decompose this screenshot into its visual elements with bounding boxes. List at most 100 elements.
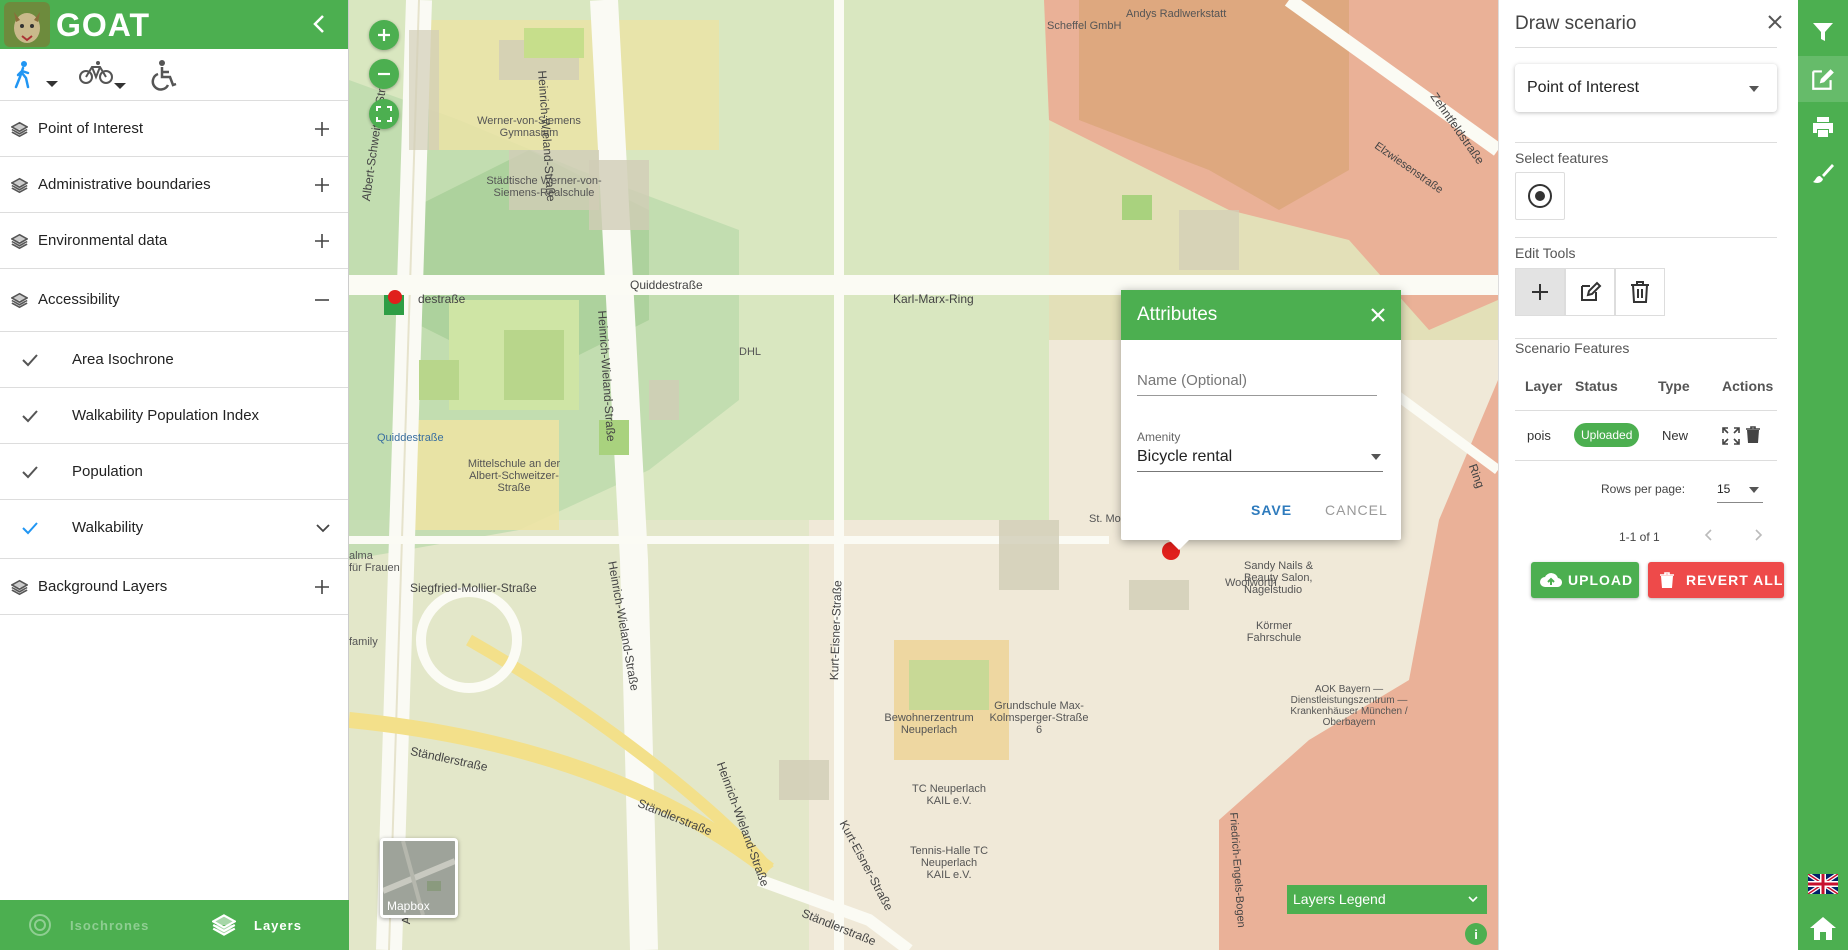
layers-tab[interactable]: Layers [212, 900, 302, 950]
home-button[interactable] [1798, 905, 1848, 950]
collapse-sidebar-button[interactable] [308, 12, 332, 36]
trash-icon [1660, 572, 1674, 588]
home-icon [1810, 917, 1836, 940]
table-header-status[interactable]: Status [1575, 378, 1618, 394]
expand-plus-icon[interactable] [314, 233, 330, 249]
edit-feature-button[interactable] [1565, 268, 1615, 316]
layer-group-environmental-data[interactable]: Environmental data [0, 213, 348, 269]
trash-icon[interactable] [1745, 426, 1761, 444]
map-poi-label: Körmer Fahrschule [1246, 620, 1302, 644]
layers-icon [11, 292, 28, 309]
target-select-icon [1528, 184, 1552, 208]
print-icon [1813, 117, 1833, 137]
chevron-left-icon[interactable] [1702, 528, 1716, 542]
zoom-out-button[interactable] [369, 59, 399, 89]
layer-group-point-of-interest[interactable]: Point of Interest [0, 101, 348, 157]
fullscreen-button[interactable] [369, 99, 399, 129]
layer-item-walkability-population-index[interactable]: Walkability Population Index [0, 388, 348, 444]
upload-button[interactable]: UPLOAD [1531, 562, 1639, 598]
map-poi-label: Quiddestraße [377, 432, 444, 444]
layer-group-label: Point of Interest [38, 120, 144, 137]
zoom-to-feature-icon[interactable] [1722, 427, 1740, 445]
basemap-switcher[interactable]: Mapbox [380, 838, 458, 918]
close-icon[interactable] [1766, 13, 1784, 31]
styling-button[interactable] [1798, 151, 1848, 197]
goat-mascot-logo [4, 2, 50, 47]
chevron-down-icon[interactable] [315, 520, 331, 536]
amenity-value: Bicycle rental [1137, 448, 1233, 465]
expand-plus-icon[interactable] [314, 121, 330, 137]
layer-group-accessibility[interactable]: Accessibility [0, 269, 348, 332]
expand-plus-icon[interactable] [314, 579, 330, 595]
revert-all-button[interactable]: REVERT ALL [1648, 562, 1784, 598]
edit-tools-label: Edit Tools [1515, 245, 1576, 261]
attributes-popup: Attributes Amenity Bicycle rental SAVE C… [1121, 290, 1401, 550]
zoom-in-button[interactable] [369, 20, 399, 50]
layer-item-area-isochrone[interactable]: Area Isochrone [0, 332, 348, 388]
amenity-label: Amenity [1137, 430, 1181, 444]
wheelchair-icon [151, 60, 177, 91]
status-badge: Uploaded [1574, 423, 1640, 447]
isochrones-tab[interactable]: Isochrones [28, 900, 149, 950]
layer-item-label: Walkability Population Index [72, 407, 260, 424]
layer-group-label: Accessibility [38, 291, 120, 308]
draw-scenario-button[interactable] [1798, 56, 1848, 102]
checkmark-icon[interactable] [21, 408, 39, 424]
save-button[interactable]: SAVE [1251, 502, 1292, 518]
select-feature-button[interactable] [1515, 172, 1565, 220]
mode-bicycle-tab[interactable] [78, 59, 130, 91]
expand-plus-icon[interactable] [314, 177, 330, 193]
cancel-button[interactable]: CANCEL [1325, 502, 1388, 518]
popup-header: Attributes [1121, 290, 1401, 340]
layer-group-label: Environmental data [38, 232, 168, 249]
brush-icon [1813, 164, 1834, 183]
scenario-layer-select[interactable]: Point of Interest [1515, 64, 1777, 112]
divider [1515, 142, 1777, 143]
edit-icon [1581, 281, 1602, 301]
caret-down-icon [1371, 454, 1381, 460]
checkmark-icon[interactable] [21, 464, 39, 480]
uk-flag-icon [1808, 874, 1838, 894]
delete-feature-button[interactable] [1615, 268, 1665, 316]
table-header-type[interactable]: Type [1658, 378, 1690, 394]
map-poi-label: DHL [739, 346, 762, 358]
divider [1515, 460, 1777, 461]
amenity-select[interactable]: Bicycle rental [1137, 446, 1383, 472]
close-icon[interactable] [1369, 306, 1387, 324]
layer-group-background-layers[interactable]: Background Layers [0, 559, 348, 615]
language-button[interactable] [1798, 861, 1848, 907]
rows-per-page-label: Rows per page: [1601, 482, 1686, 496]
map-poi-label: alma [349, 550, 373, 562]
layers-icon [11, 233, 28, 250]
print-button[interactable] [1798, 104, 1848, 150]
select-features-label: Select features [1515, 150, 1609, 166]
revert-all-button-label: REVERT ALL [1686, 572, 1784, 588]
name-input[interactable] [1137, 368, 1377, 396]
layer-group-administrative-boundaries[interactable]: Administrative boundaries [0, 157, 348, 213]
layers-icon [11, 121, 28, 138]
layer-item-walkability[interactable]: Walkability [0, 500, 348, 559]
chevron-right-icon[interactable] [1751, 528, 1765, 542]
layer-item-label: Area Isochrone [72, 351, 174, 368]
filter-button[interactable] [1798, 9, 1848, 55]
mode-wheelchair-tab[interactable] [150, 59, 180, 91]
map-canvas[interactable]: Scheffel GmbH Andys Radlwerkstatt Werner… [349, 0, 1498, 950]
map-street-label: Karl-Marx-Ring [893, 292, 974, 306]
map-street-label: Siegfried-Mollier-Straße [410, 581, 537, 595]
layer-item-population[interactable]: Population [0, 444, 348, 500]
layers-icon [11, 177, 28, 194]
layers-legend-button[interactable]: Layers Legend [1287, 885, 1487, 914]
map-poi-label: Bewohnerzentrum Neuperlach [884, 712, 974, 736]
collapse-minus-icon[interactable] [314, 292, 330, 308]
map-poi-label: Grundschule Max-Kolmsperger-Straße 6 [989, 700, 1089, 736]
info-button[interactable]: i [1465, 923, 1487, 945]
checkmark-icon[interactable] [21, 520, 39, 536]
add-feature-button[interactable] [1515, 268, 1565, 316]
map-street-label: destraße [418, 292, 466, 306]
chevron-down-icon [1468, 896, 1478, 903]
mode-walking-tab[interactable] [12, 59, 62, 91]
caret-down-icon [1749, 86, 1759, 92]
table-header-layer[interactable]: Layer [1525, 378, 1562, 394]
checkmark-icon[interactable] [21, 352, 39, 368]
rows-per-page-select[interactable]: 15 [1717, 477, 1763, 503]
